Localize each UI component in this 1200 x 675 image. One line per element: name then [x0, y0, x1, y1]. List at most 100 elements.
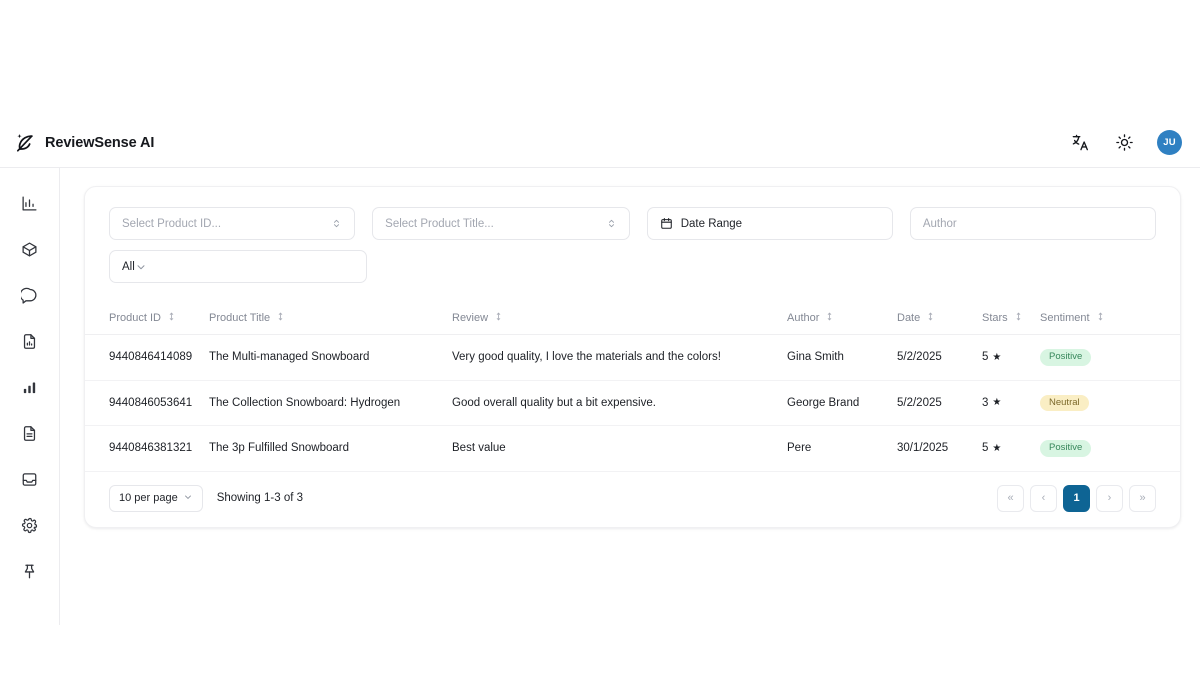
sort-icon	[167, 312, 176, 324]
pagination-first-button[interactable]: «	[997, 485, 1024, 512]
cell-date: 30/1/2025	[897, 426, 982, 472]
sun-icon[interactable]	[1113, 132, 1135, 154]
column-header-product-id[interactable]: Product ID	[85, 303, 209, 335]
star-icon: ★	[992, 443, 1001, 454]
box-icon	[21, 241, 38, 258]
sort-icon	[1096, 312, 1105, 324]
author-input[interactable]: Author	[910, 207, 1156, 240]
app-header: ReviewSense AI JU	[0, 118, 1200, 168]
header-actions: JU	[1069, 130, 1182, 155]
cell-review: Best value	[452, 426, 787, 472]
cell-product-title: The Multi-managed Snowboard	[209, 335, 452, 381]
reviews-card: Select Product ID... Select Product Titl…	[84, 186, 1181, 528]
column-header-stars[interactable]: Stars	[982, 303, 1040, 335]
sort-icon	[494, 312, 503, 324]
status-badge: Neutral	[1040, 395, 1089, 412]
pagination-next-button[interactable]: ›	[1096, 485, 1123, 512]
column-header-date[interactable]: Date	[897, 303, 982, 335]
bar-chart-small-icon	[21, 379, 38, 396]
sidebar-item-products[interactable]	[17, 236, 43, 262]
sidebar-item-documents[interactable]	[17, 420, 43, 446]
table-row[interactable]: 9440846053641 The Collection Snowboard: …	[85, 380, 1180, 426]
stars-value: 3	[982, 397, 988, 409]
inbox-icon	[21, 471, 38, 488]
sidebar	[0, 168, 60, 625]
avatar-initials: JU	[1163, 137, 1176, 148]
cell-author: George Brand	[787, 380, 897, 426]
stars-value: 5	[982, 442, 988, 454]
translate-icon[interactable]	[1069, 132, 1091, 154]
top-empty-area	[0, 0, 1200, 118]
star-icon: ★	[992, 397, 1001, 408]
column-label: Review	[452, 312, 488, 324]
per-page-select[interactable]: 10 per page	[109, 485, 203, 512]
sort-icon	[926, 312, 935, 324]
sidebar-item-dashboard[interactable]	[17, 190, 43, 216]
avatar[interactable]: JU	[1157, 130, 1182, 155]
chat-bubble-icon	[21, 287, 38, 304]
bar-chart-icon	[21, 195, 38, 212]
table-body: 9440846414089 The Multi-managed Snowboar…	[85, 335, 1180, 472]
product-title-select-label: Select Product Title...	[385, 218, 606, 230]
pin-icon	[21, 563, 38, 580]
sidebar-item-reports[interactable]	[17, 328, 43, 354]
pagination-page-1[interactable]: 1	[1063, 485, 1090, 512]
column-label: Sentiment	[1040, 312, 1090, 324]
pagination-last-button[interactable]: »	[1129, 485, 1156, 512]
cell-product-id: 9440846381321	[85, 426, 209, 472]
pagination-prev-button[interactable]: ‹	[1030, 485, 1057, 512]
author-input-placeholder: Author	[923, 218, 1143, 230]
sort-icon	[1014, 312, 1023, 324]
sidebar-item-reviews[interactable]	[17, 282, 43, 308]
cell-date: 5/2/2025	[897, 335, 982, 381]
cell-sentiment: Neutral	[1040, 380, 1180, 426]
stars-value: 5	[982, 351, 988, 363]
brand[interactable]: ReviewSense AI	[14, 132, 154, 154]
cell-product-id: 9440846053641	[85, 380, 209, 426]
product-id-select[interactable]: Select Product ID...	[109, 207, 355, 240]
filters-row: Select Product ID... Select Product Titl…	[85, 207, 1180, 240]
filters-row-2: All	[85, 240, 1180, 283]
product-id-select-label: Select Product ID...	[122, 218, 331, 230]
sentiment-select-value: All	[122, 261, 135, 273]
column-header-sentiment[interactable]: Sentiment	[1040, 303, 1180, 335]
column-header-author[interactable]: Author	[787, 303, 897, 335]
column-label: Date	[897, 312, 920, 324]
sidebar-item-analytics[interactable]	[17, 374, 43, 400]
per-page-label: 10 per page	[119, 492, 178, 504]
main-content: Select Product ID... Select Product Titl…	[60, 168, 1200, 625]
column-header-review[interactable]: Review	[452, 303, 787, 335]
date-range-picker[interactable]: Date Range	[647, 207, 893, 240]
table-header-row: Product ID Prod	[85, 303, 1180, 335]
column-label: Product ID	[109, 312, 161, 324]
gear-icon	[21, 517, 38, 534]
date-range-label: Date Range	[681, 218, 880, 230]
sentiment-select[interactable]: All	[109, 250, 367, 283]
calendar-icon	[660, 217, 673, 230]
showing-count: Showing 1-3 of 3	[217, 492, 303, 504]
cell-product-id: 9440846414089	[85, 335, 209, 381]
chevron-down-icon	[183, 492, 193, 505]
table-row[interactable]: 9440846381321 The 3p Fulfilled Snowboard…	[85, 426, 1180, 472]
cell-sentiment: Positive	[1040, 335, 1180, 381]
file-chart-icon	[21, 333, 38, 350]
app-body: Select Product ID... Select Product Titl…	[0, 168, 1200, 625]
reviews-table: Product ID Prod	[85, 303, 1180, 472]
sidebar-item-settings[interactable]	[17, 512, 43, 538]
product-title-select[interactable]: Select Product Title...	[372, 207, 630, 240]
app-title: ReviewSense AI	[45, 135, 154, 151]
table-footer: 10 per page Showing 1-3 of 3 « ‹ 1 ›	[85, 472, 1180, 527]
sidebar-item-inbox[interactable]	[17, 466, 43, 492]
cell-stars: 5 ★	[982, 426, 1040, 472]
column-label: Stars	[982, 312, 1008, 324]
cell-stars: 5 ★	[982, 335, 1040, 381]
cell-product-title: The Collection Snowboard: Hydrogen	[209, 380, 452, 426]
sidebar-item-pinned[interactable]	[17, 558, 43, 584]
table-row[interactable]: 9440846414089 The Multi-managed Snowboar…	[85, 335, 1180, 381]
file-text-icon	[21, 425, 38, 442]
cell-stars: 3 ★	[982, 380, 1040, 426]
column-header-product-title[interactable]: Product Title	[209, 303, 452, 335]
chevron-up-down-icon	[606, 218, 617, 229]
pagination: « ‹ 1 › »	[997, 485, 1156, 512]
column-label: Author	[787, 312, 819, 324]
